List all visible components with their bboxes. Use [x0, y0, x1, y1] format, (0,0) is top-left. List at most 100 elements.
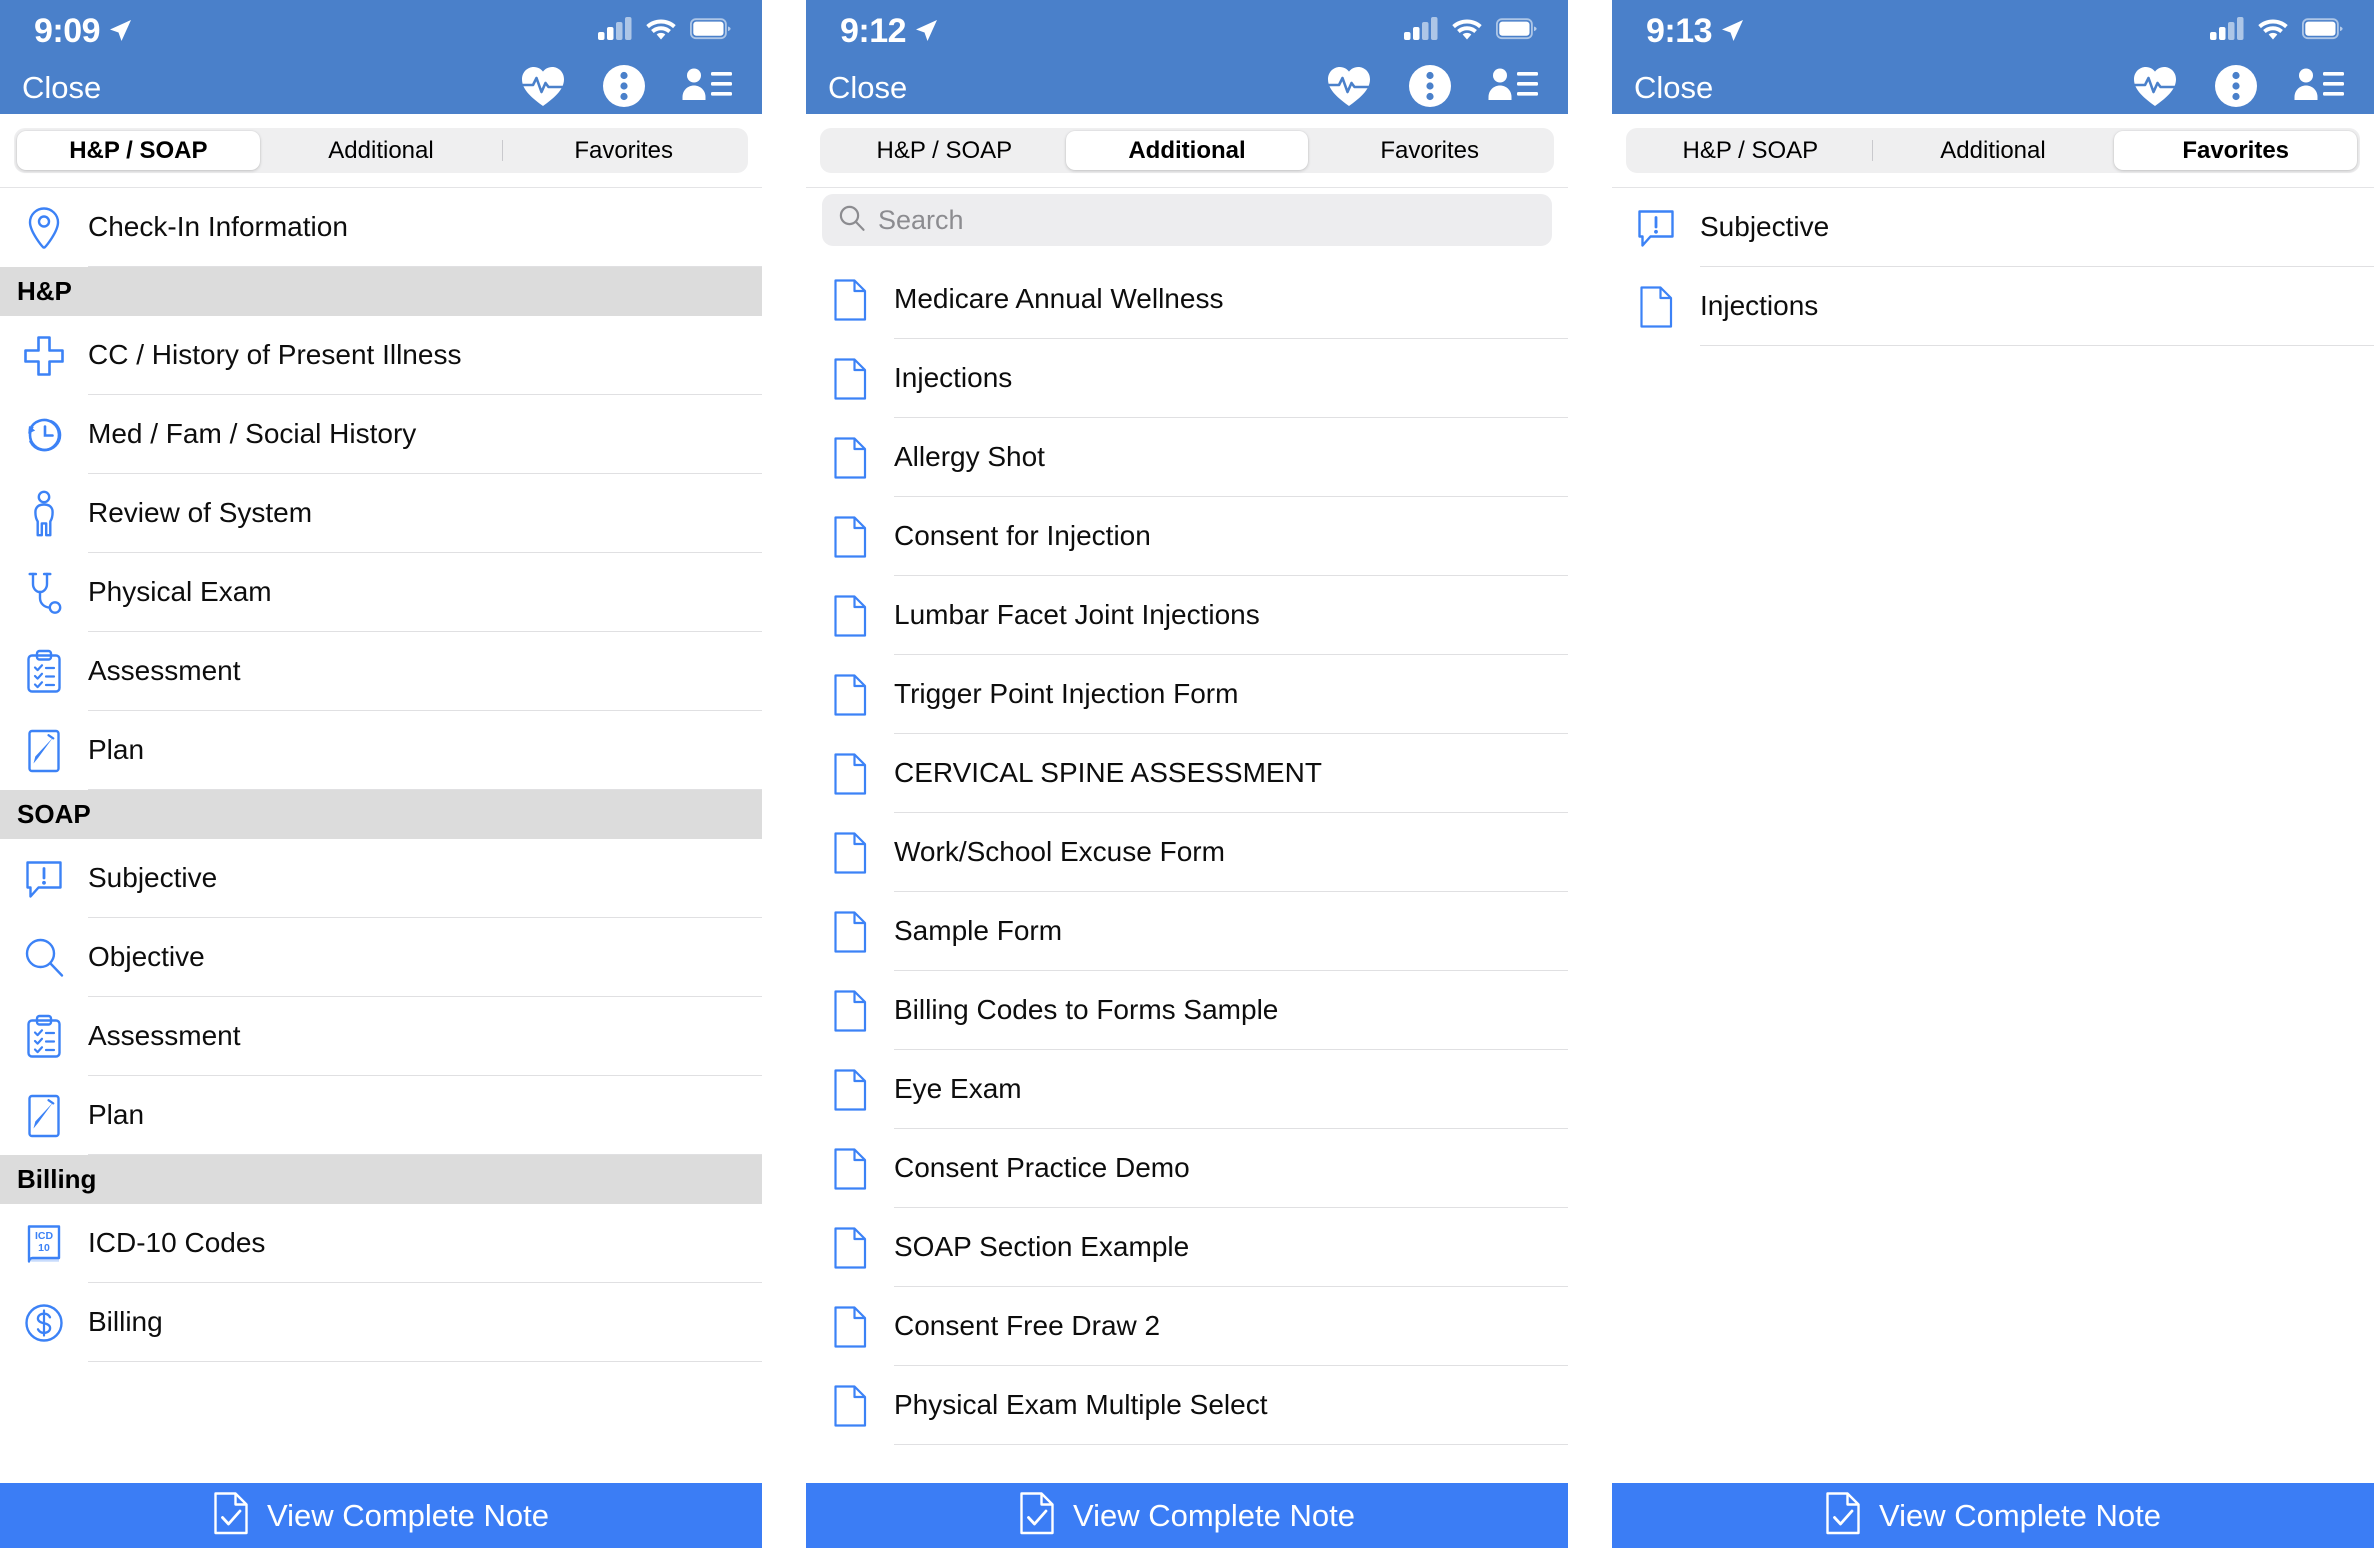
- view-complete-note-button[interactable]: View Complete Note: [0, 1479, 762, 1548]
- document-icon: [824, 357, 876, 401]
- list-item[interactable]: Billing: [0, 1283, 762, 1362]
- three-panel-screenshot: 9:09 Close H&P / SOAP Additional Favorites Ch…: [0, 0, 2374, 1548]
- list-item[interactable]: Lumbar Facet Joint Injections: [806, 576, 1568, 655]
- view-complete-note-button[interactable]: View Complete Note: [806, 1479, 1568, 1548]
- list-item[interactable]: Review of System: [0, 474, 762, 553]
- list-item[interactable]: Medicare Annual Wellness: [806, 260, 1568, 339]
- close-button[interactable]: Close: [1634, 70, 1713, 106]
- body-person-icon: [18, 490, 70, 538]
- phone-screen-3: 9:13 Close H&P / SOAP Additional Favorites Su…: [1612, 0, 2374, 1548]
- tab-2[interactable]: Additional: [260, 131, 503, 170]
- list-item[interactable]: Assessment: [0, 997, 762, 1076]
- tab-1[interactable]: H&P / SOAP: [1629, 131, 1872, 170]
- list-item[interactable]: Consent for Injection: [806, 497, 1568, 576]
- segmented-control: H&P / SOAP Additional Favorites: [820, 128, 1554, 173]
- list-item[interactable]: Allergy Shot: [806, 418, 1568, 497]
- heart-pulse-icon[interactable]: [2132, 64, 2178, 113]
- search-bar[interactable]: Search: [822, 194, 1552, 246]
- search-input[interactable]: Search: [878, 205, 964, 236]
- list-item-label: Check-In Information: [88, 188, 762, 267]
- list-item-label: Trigger Point Injection Form: [894, 655, 1568, 734]
- heart-pulse-icon[interactable]: [520, 64, 566, 113]
- list-item-label: Physical Exam: [88, 553, 762, 632]
- content-list: Subjective Injections: [1612, 187, 2374, 1479]
- patient-list-icon[interactable]: [682, 66, 732, 111]
- document-icon: [824, 515, 876, 559]
- speech-bubble-alert-icon: [1630, 207, 1682, 249]
- list-item[interactable]: SOAP Section Example: [806, 1208, 1568, 1287]
- list-item[interactable]: Check-In Information: [0, 188, 762, 267]
- tab-bar-wrapper: H&P / SOAP Additional Favorites: [0, 114, 762, 187]
- location-arrow-icon: [107, 18, 133, 44]
- nav-bar-icons: [2132, 64, 2350, 113]
- view-complete-note-button[interactable]: View Complete Note: [1612, 1479, 2374, 1548]
- list-item[interactable]: Physical Exam: [0, 553, 762, 632]
- list-item[interactable]: Billing Codes to Forms Sample: [806, 971, 1568, 1050]
- tab-2[interactable]: Additional: [1871, 131, 2115, 170]
- tab-2[interactable]: Additional: [1065, 131, 1309, 170]
- list-item[interactable]: Assessment: [0, 632, 762, 711]
- status-bar-right: [598, 16, 732, 47]
- list-item[interactable]: Med / Fam / Social History: [0, 395, 762, 474]
- overflow-menu-icon[interactable]: [2214, 64, 2258, 113]
- battery-icon: [2301, 17, 2344, 46]
- heart-pulse-icon[interactable]: [1326, 64, 1372, 113]
- list-item[interactable]: Physical Exam Multiple Select: [806, 1366, 1568, 1445]
- list-item-label: SOAP Section Example: [894, 1208, 1568, 1287]
- list-item-label: Eye Exam: [894, 1050, 1568, 1129]
- list-item[interactable]: CC / History of Present Illness: [0, 316, 762, 395]
- patient-list-icon[interactable]: [2294, 66, 2344, 111]
- overflow-menu-icon[interactable]: [1408, 64, 1452, 113]
- list-item-label: Med / Fam / Social History: [88, 395, 762, 474]
- list-item-label: Allergy Shot: [894, 418, 1568, 497]
- view-complete-note-label: View Complete Note: [266, 1497, 549, 1533]
- list-item[interactable]: CERVICAL SPINE ASSESSMENT: [806, 734, 1568, 813]
- nav-bar: Close: [0, 62, 762, 114]
- history-clock-icon: [18, 414, 70, 456]
- tab-3[interactable]: Favorites: [502, 131, 745, 170]
- list-item[interactable]: Trigger Point Injection Form: [806, 655, 1568, 734]
- list-item[interactable]: Plan: [0, 1076, 762, 1155]
- list-item-label: CERVICAL SPINE ASSESSMENT: [894, 734, 1568, 813]
- nav-bar-icons: [1326, 64, 1544, 113]
- document-icon: [824, 910, 876, 954]
- document-check-icon: [1825, 1491, 1861, 1540]
- document-icon: [824, 278, 876, 322]
- document-icon: [824, 673, 876, 717]
- status-bar-left: 9:09: [34, 12, 133, 51]
- list-item-label: Assessment: [88, 632, 762, 711]
- list-item[interactable]: Objective: [0, 918, 762, 997]
- status-bar: 9:13: [1612, 0, 2374, 62]
- list-item[interactable]: ICD 10 ICD-10 Codes: [0, 1204, 762, 1283]
- close-button[interactable]: Close: [22, 70, 101, 106]
- list-item-label: Consent for Injection: [894, 497, 1568, 576]
- list-item[interactable]: Injections: [806, 339, 1568, 418]
- list-item[interactable]: Plan: [0, 711, 762, 790]
- list-item[interactable]: Eye Exam: [806, 1050, 1568, 1129]
- segmented-control: H&P / SOAP Additional Favorites: [1626, 128, 2360, 173]
- tab-1[interactable]: H&P / SOAP: [17, 131, 260, 170]
- list-item[interactable]: Consent Practice Demo: [806, 1129, 1568, 1208]
- list-item-label: Subjective: [1700, 188, 2374, 267]
- tab-3[interactable]: Favorites: [1308, 131, 1551, 170]
- list-item[interactable]: Sample Form: [806, 892, 1568, 971]
- battery-icon: [1495, 17, 1538, 46]
- status-time: 9:13: [1646, 11, 1713, 50]
- list-item-label: ICD-10 Codes: [88, 1204, 762, 1283]
- document-icon: [824, 1068, 876, 1112]
- list-item[interactable]: Subjective: [0, 839, 762, 918]
- tab-label: Favorites: [2182, 136, 2290, 164]
- tab-3[interactable]: Favorites: [2114, 131, 2358, 170]
- list-item[interactable]: Subjective: [1612, 188, 2374, 267]
- list-item[interactable]: Work/School Excuse Form: [806, 813, 1568, 892]
- close-button[interactable]: Close: [828, 70, 907, 106]
- tab-label: Favorites: [1380, 136, 1480, 164]
- list-item[interactable]: Consent Free Draw 2: [806, 1287, 1568, 1366]
- tab-divider: [502, 140, 504, 161]
- tab-1[interactable]: H&P / SOAP: [823, 131, 1066, 170]
- overflow-menu-icon[interactable]: [602, 64, 646, 113]
- patient-list-icon[interactable]: [1488, 66, 1538, 111]
- list-item[interactable]: Injections: [1612, 267, 2374, 346]
- content-list: Medicare Annual Wellness Injections Allerg…: [806, 260, 1568, 1479]
- document-icon: [1630, 285, 1682, 329]
